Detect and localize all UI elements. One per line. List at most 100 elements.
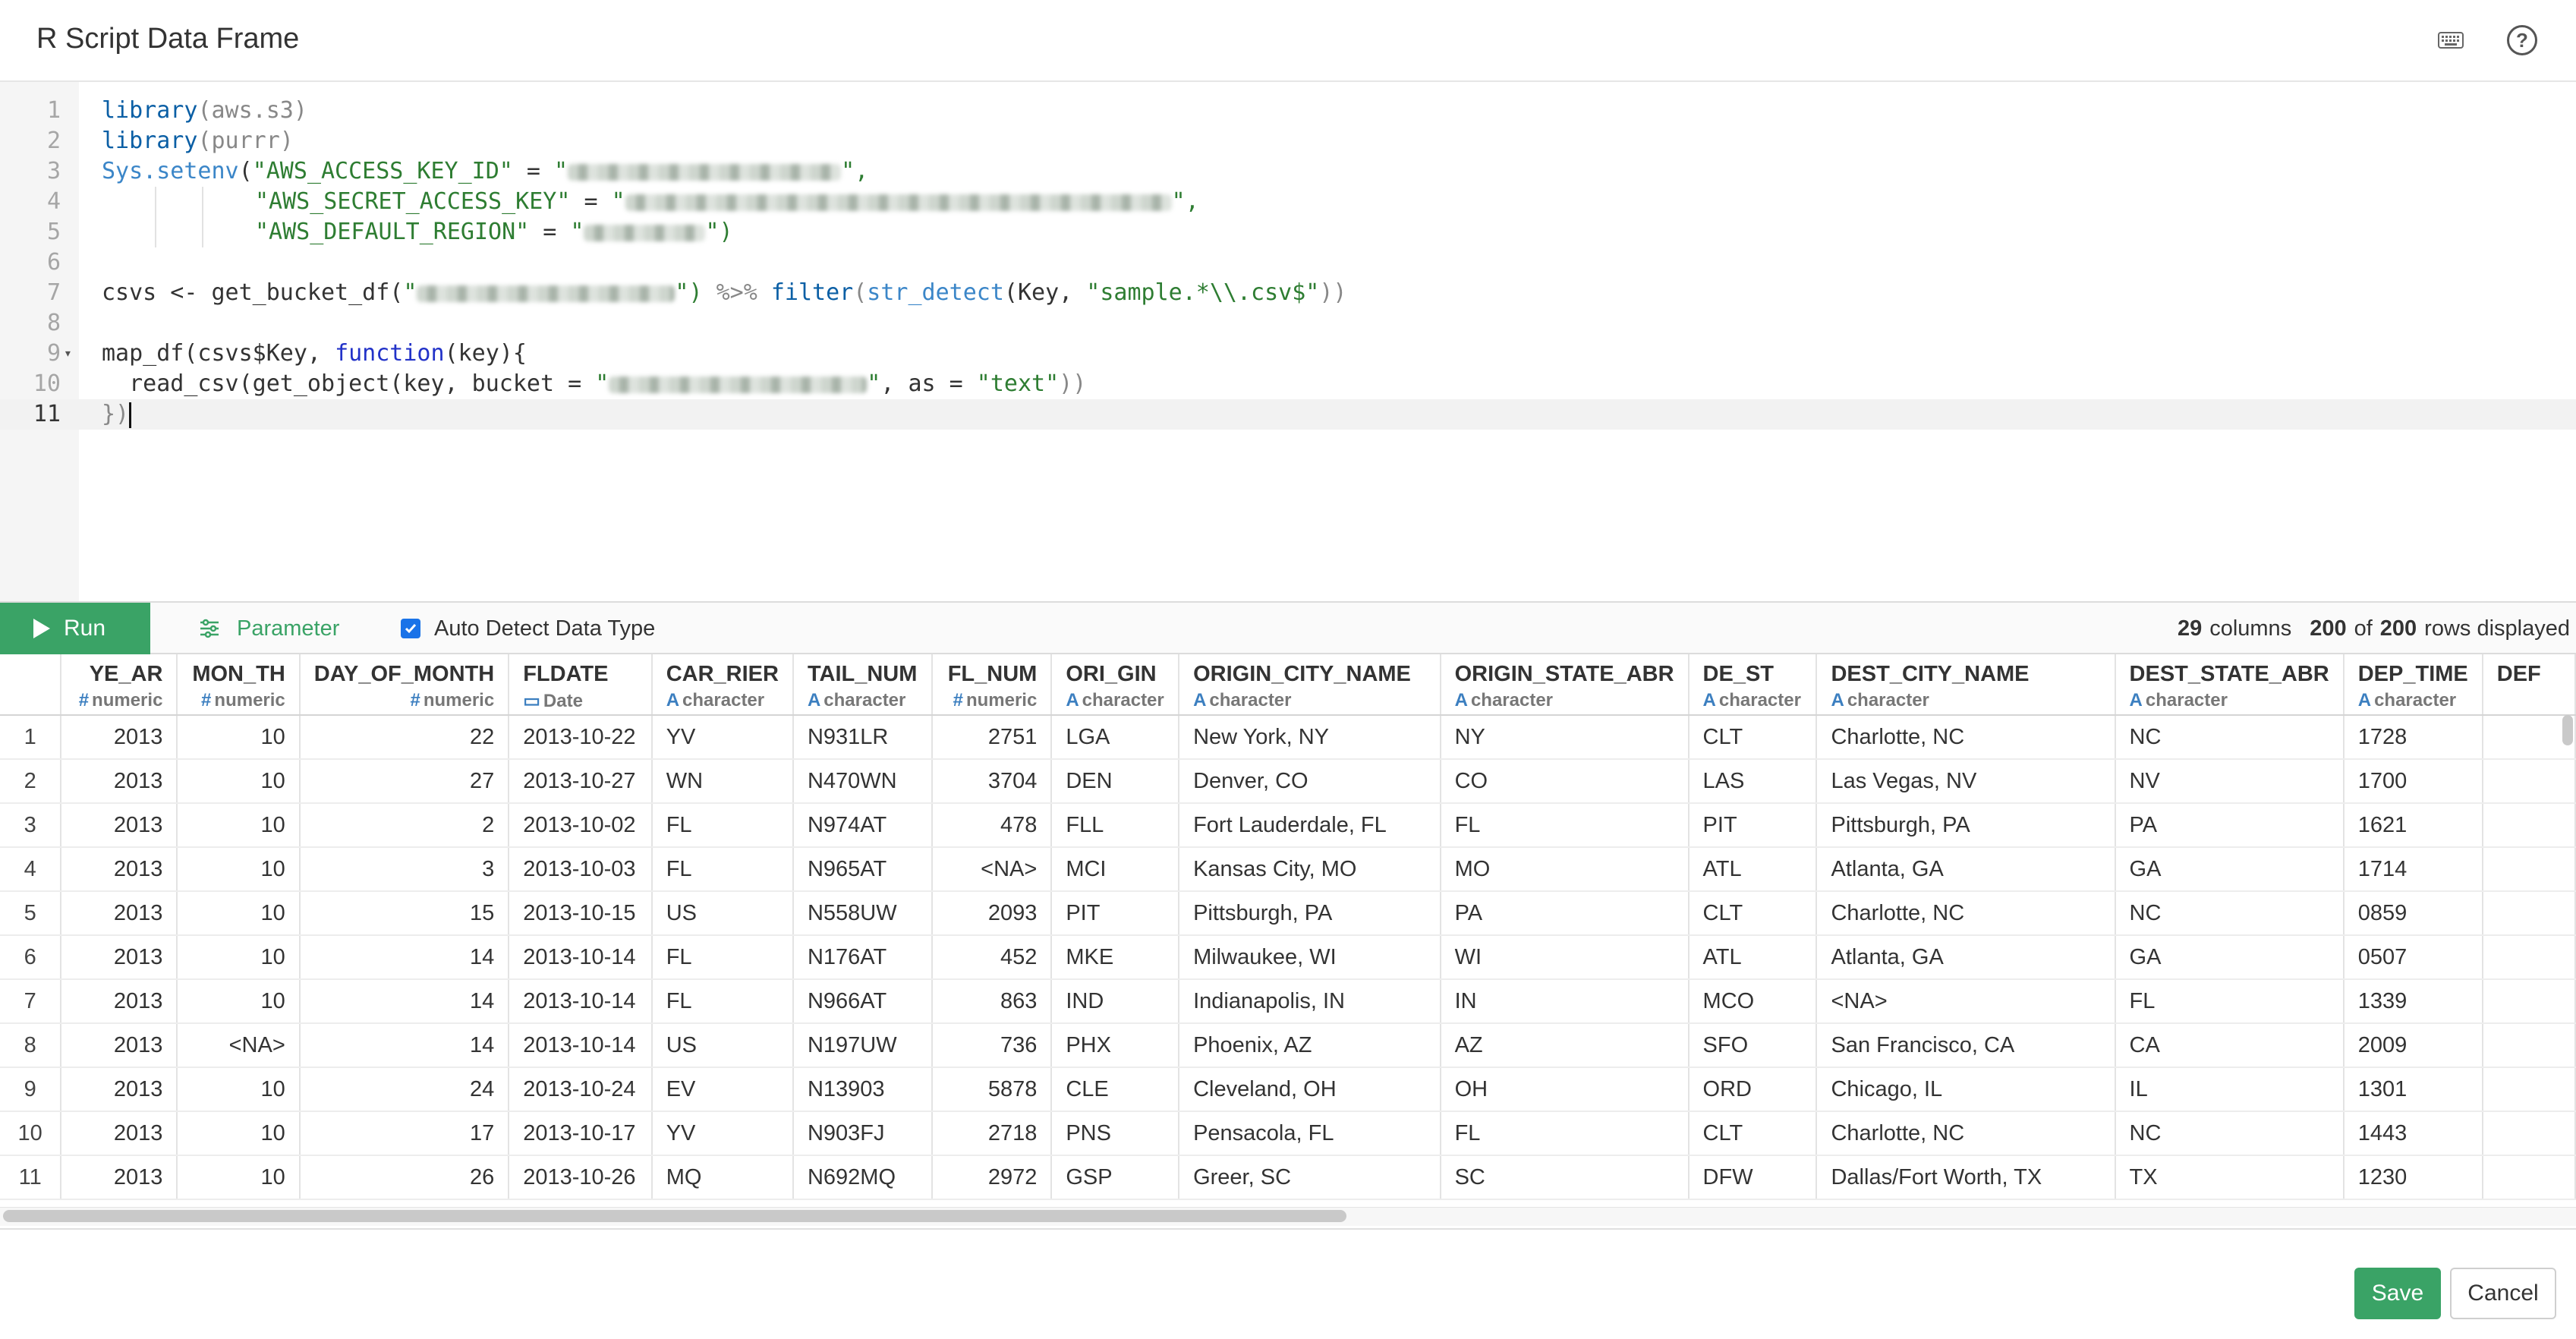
rows-of: of — [2354, 616, 2373, 641]
table-row[interactable]: 1 2013 10 22 2013-10-22 YV N931LR 2751 LGA New Yo… — [0, 715, 2576, 760]
table-cell: 10 — [177, 759, 301, 804]
table-cell: ATL — [1688, 847, 1818, 892]
fold-arrow-icon[interactable]: ▾ — [64, 339, 72, 369]
columns-label: columns — [2209, 616, 2292, 641]
column-type: numeric — [92, 690, 163, 710]
table-cell — [2482, 1067, 2576, 1112]
line-number: 11 — [33, 401, 61, 427]
code-token: (purrr) — [197, 128, 294, 154]
table-cell: 1700 — [2343, 759, 2483, 804]
data-grid[interactable]: YE_AR # numeric MON_TH # numeric DAY_OF_MONT… — [0, 654, 2576, 1208]
table-cell: 2013-10-26 — [509, 1155, 653, 1200]
table-row[interactable]: 6 2013 10 14 2013-10-14 FL N176AT 452 MKE Milwauk… — [0, 935, 2576, 980]
table-cell: 1230 — [2343, 1155, 2483, 1200]
column-header[interactable]: ORIGIN_STATE_ABR Acharacter — [1440, 654, 1690, 716]
table-cell: FL — [1440, 803, 1690, 848]
table-cell: LGA — [1051, 715, 1180, 760]
column-name: DEP_TIME — [2357, 662, 2468, 686]
code-line-3: 3 Sys.setenv("AWS_ACCESS_KEY_ID" = " ", — [0, 156, 2576, 187]
column-header[interactable]: FL_NUM # numeric — [932, 654, 1053, 716]
column-header[interactable]: DEST_STATE_ABR Acharacter — [2115, 654, 2345, 716]
table-cell: 3704 — [932, 759, 1053, 804]
column-header[interactable]: YE_AR # numeric — [61, 654, 178, 716]
cancel-button[interactable]: Cancel — [2450, 1268, 2556, 1319]
table-row[interactable]: 8 2013 <NA> 14 2013-10-14 US N197UW 736 PHX Phoen… — [0, 1023, 2576, 1068]
table-row[interactable]: 5 2013 10 15 2013-10-15 US N558UW 2093 PIT Pittsb… — [0, 891, 2576, 936]
column-header[interactable]: DEST_CITY_NAME Acharacter — [1816, 654, 2116, 716]
code-token: " — [867, 370, 881, 397]
table-cell: 24 — [299, 1067, 510, 1112]
table-cell: 26 — [299, 1155, 510, 1200]
table-cell: N692MQ — [792, 1155, 934, 1200]
table-cell: N13903 — [792, 1067, 934, 1112]
row-info: 29 columns 200 of 200 rows displayed — [2170, 603, 2570, 654]
table-cell: Chicago, IL — [1816, 1067, 2116, 1112]
keyboard-icon[interactable] — [2433, 23, 2468, 58]
column-header[interactable]: DAY_OF_MONTH # numeric — [299, 654, 510, 716]
table-row[interactable]: 4 2013 10 3 2013-10-03 FL N965AT <NA> MCI Kansas … — [0, 847, 2576, 892]
column-header[interactable]: DEP_TIME Acharacter — [2343, 654, 2483, 716]
column-header[interactable]: TAIL_NUM Acharacter — [792, 654, 934, 716]
table-cell: 1339 — [2343, 979, 2483, 1024]
table-cell: ATL — [1688, 935, 1818, 980]
table-cell — [2482, 1023, 2576, 1068]
table-cell: 2751 — [932, 715, 1053, 760]
table-cell: N903FJ — [792, 1111, 934, 1156]
table-cell: 2013-10-14 — [509, 1023, 653, 1068]
table-row[interactable]: 9 2013 10 24 2013-10-24 EV N13903 5878 CLE Clevel… — [0, 1067, 2576, 1112]
vertical-scrollbar[interactable] — [2562, 715, 2573, 745]
help-icon[interactable]: ? — [2505, 23, 2540, 58]
column-header[interactable]: CAR_RIER Acharacter — [651, 654, 794, 716]
column-header[interactable]: DEF — [2482, 654, 2576, 716]
code-token: = — [570, 188, 612, 215]
column-name: ORIGIN_STATE_ABR — [1454, 662, 1674, 686]
table-cell: Kansas City, MO — [1179, 847, 1441, 892]
column-header[interactable]: DE_ST Acharacter — [1688, 654, 1818, 716]
save-button[interactable]: Save — [2354, 1268, 2441, 1319]
parameter-button[interactable]: Parameter — [199, 603, 339, 654]
table-row[interactable]: 3 2013 10 2 2013-10-02 FL N974AT 478 FLL Fort Lau… — [0, 803, 2576, 848]
column-header[interactable]: ORIGIN_CITY_NAME Acharacter — [1179, 654, 1441, 716]
code-token: " — [570, 219, 584, 245]
table-cell: 27 — [299, 759, 510, 804]
column-header[interactable]: FLDATE ▭ Date — [509, 654, 653, 716]
character-type-icon: A — [1454, 690, 1468, 710]
code-token: ( — [238, 158, 253, 184]
column-name: DEF — [2496, 662, 2541, 686]
row-index: 5 — [0, 891, 62, 936]
table-cell: 10 — [177, 847, 301, 892]
table-row[interactable]: 2 2013 10 27 2013-10-27 WN N470WN 3704 DEN Denver… — [0, 759, 2576, 804]
table-cell: Denver, CO — [1179, 759, 1441, 804]
table-cell: 2013-10-22 — [509, 715, 653, 760]
table-cell: 2013-10-27 — [509, 759, 653, 804]
row-index: 8 — [0, 1023, 62, 1068]
code-token: = — [512, 158, 555, 184]
table-cell: NV — [2115, 759, 2345, 804]
line-number: 9 — [46, 340, 61, 367]
column-name: ORIGIN_CITY_NAME — [1193, 662, 1411, 686]
column-name: FL_NUM — [947, 662, 1038, 686]
table-row[interactable]: 10 2013 10 17 2013-10-17 YV N903FJ 2718 PNS Pensa… — [0, 1111, 2576, 1156]
table-cell: PIT — [1051, 891, 1180, 936]
row-index: 3 — [0, 803, 62, 848]
play-icon — [33, 619, 50, 638]
table-cell: 22 — [299, 715, 510, 760]
code-editor[interactable]: 1 library(aws.s3) 2 library(purrr) 3 Sys… — [0, 82, 2576, 601]
column-header[interactable]: MON_TH # numeric — [177, 654, 301, 716]
column-header[interactable]: ORI_GIN Acharacter — [1051, 654, 1180, 716]
code-token: "AWS_ACCESS_KEY_ID" — [252, 158, 513, 184]
run-button[interactable]: Run — [0, 603, 150, 654]
table-cell: DFW — [1688, 1155, 1818, 1200]
auto-detect-label: Auto Detect Data Type — [434, 616, 656, 641]
table-row[interactable]: 11 2013 10 26 2013-10-26 MQ N692MQ 2972 GSP Greer… — [0, 1155, 2576, 1200]
code-token: "sample.*\\.csv$" — [1086, 279, 1320, 306]
code-token: filter — [770, 279, 854, 306]
auto-detect-checkbox[interactable] — [401, 619, 420, 638]
column-type: character — [1470, 690, 1554, 710]
code-token: Sys.setenv — [102, 158, 239, 184]
table-cell: 2718 — [932, 1111, 1053, 1156]
table-row[interactable]: 7 2013 10 14 2013-10-14 FL N966AT 863 IND Indiana… — [0, 979, 2576, 1024]
horizontal-scrollbar[interactable] — [3, 1210, 1346, 1222]
column-type: character — [1847, 690, 1929, 710]
auto-detect-toggle[interactable]: Auto Detect Data Type — [401, 603, 655, 654]
